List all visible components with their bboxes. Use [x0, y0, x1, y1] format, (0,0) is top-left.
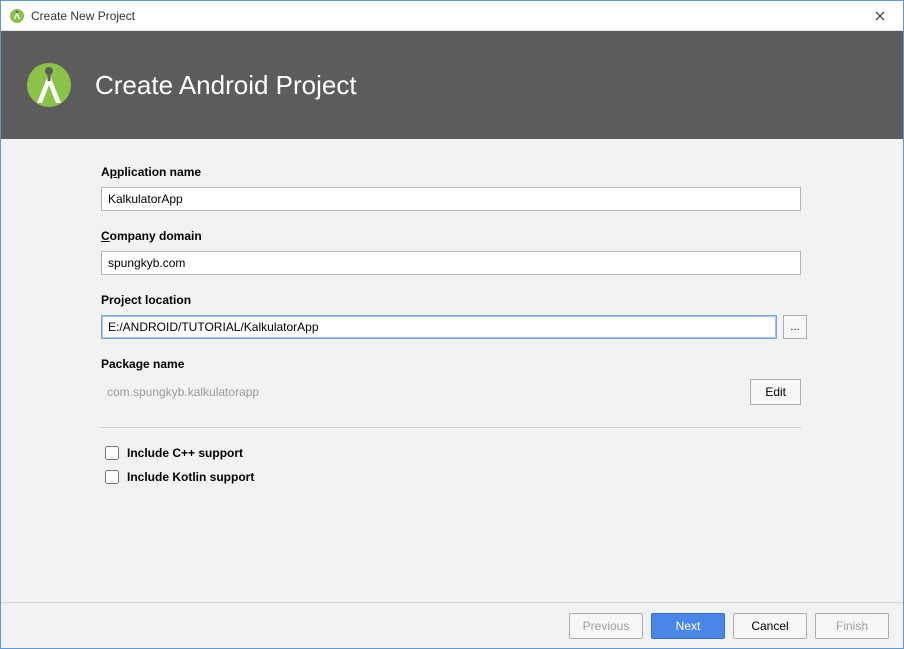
package-name-value: com.spungkyb.kalkulatorapp [101, 385, 259, 399]
application-name-input[interactable] [101, 187, 801, 211]
android-studio-icon [9, 8, 25, 24]
edit-package-button[interactable]: Edit [750, 379, 801, 405]
company-domain-input[interactable] [101, 251, 801, 275]
package-name-label: Package name [101, 357, 829, 371]
close-button[interactable] [857, 1, 903, 30]
include-cpp-row[interactable]: Include C++ support [101, 446, 829, 460]
dialog-window: Create New Project Create Android Projec… [0, 0, 904, 649]
separator [101, 427, 801, 428]
banner: Create Android Project [1, 31, 903, 139]
titlebar: Create New Project [1, 1, 903, 31]
field-application-name: Application name [101, 165, 829, 211]
include-kotlin-checkbox[interactable] [105, 470, 119, 484]
footer: Previous Next Cancel Finish [1, 602, 903, 648]
previous-button: Previous [569, 613, 643, 639]
android-studio-logo-icon [23, 59, 75, 111]
include-kotlin-row[interactable]: Include Kotlin support [101, 470, 829, 484]
include-cpp-checkbox[interactable] [105, 446, 119, 460]
next-button[interactable]: Next [651, 613, 725, 639]
finish-button: Finish [815, 613, 889, 639]
field-package-name: Package name com.spungkyb.kalkulatorapp … [101, 357, 829, 405]
project-location-label: Project location [101, 293, 829, 307]
project-location-input[interactable] [101, 315, 777, 339]
field-project-location: Project location ... [101, 293, 829, 339]
include-cpp-label: Include C++ support [127, 446, 243, 460]
browse-button[interactable]: ... [783, 315, 807, 339]
close-icon [875, 11, 885, 21]
banner-heading: Create Android Project [95, 70, 357, 101]
cancel-button[interactable]: Cancel [733, 613, 807, 639]
window-title: Create New Project [31, 9, 857, 23]
company-domain-label: Company domain [101, 229, 829, 243]
field-company-domain: Company domain [101, 229, 829, 275]
application-name-label: Application name [101, 165, 829, 179]
form-area: Application name Company domain Project … [1, 139, 903, 602]
include-kotlin-label: Include Kotlin support [127, 470, 254, 484]
